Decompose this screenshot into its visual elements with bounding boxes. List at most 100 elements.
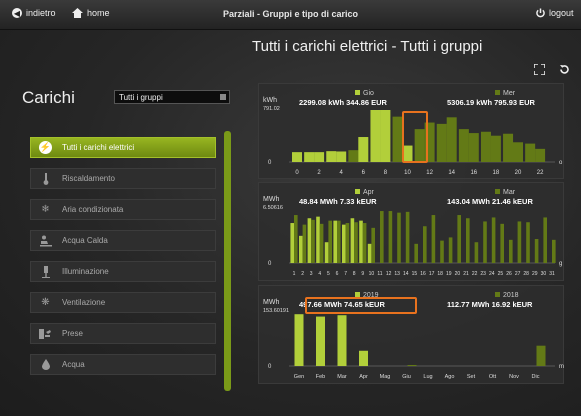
bar-previous: [483, 221, 487, 263]
bar-previous: [397, 212, 401, 263]
lamp-icon: [39, 265, 52, 278]
bar: [380, 110, 391, 162]
bar-current: [337, 315, 347, 366]
bar-previous: [345, 223, 350, 263]
bar: [480, 131, 491, 162]
x-tick-label: 8: [353, 271, 356, 277]
bar-previous: [509, 239, 513, 263]
bar: [458, 129, 469, 162]
bar: [326, 151, 337, 162]
y-max-label: 791.02: [263, 106, 280, 112]
x-tick-label: 12: [426, 170, 433, 176]
highlight-box-hour: [402, 111, 428, 163]
x-tick-label: 2: [317, 170, 321, 176]
bar-previous: [414, 243, 418, 263]
load-item-air-conditioning[interactable]: ❄ Aria condizionata: [30, 199, 216, 220]
x-tick-label: 16: [470, 170, 477, 176]
series-summary: 2299.08 kWh 344.86 EUR: [299, 98, 388, 107]
x-tick-label: 7: [344, 271, 347, 277]
bar-current: [359, 220, 363, 263]
bar-previous: [362, 223, 367, 263]
bar-current: [316, 216, 320, 263]
load-item-all[interactable]: ⚡ Tutti i carichi elettrici: [30, 137, 216, 158]
x-tick-label: 13: [394, 271, 400, 277]
thermometer-icon: [39, 172, 52, 185]
x-tick-label: 26: [506, 271, 512, 277]
series-summary: 112.77 MWh 16.92 kEUR: [447, 300, 533, 309]
legend-swatch: [495, 189, 500, 194]
x-tick-label: Feb: [316, 374, 325, 380]
x-tick-label: 20: [515, 170, 522, 176]
bar: [336, 151, 347, 162]
x-tick-label: 23: [480, 271, 486, 277]
bar-previous: [431, 215, 436, 263]
bar-previous: [423, 226, 427, 263]
bar: [314, 152, 325, 162]
topbar-title: Parziali - Gruppi e tipo di carico: [222, 9, 359, 19]
bar: [535, 148, 546, 162]
x-tick-label: 16: [420, 271, 426, 277]
legend-label: Mar: [503, 189, 516, 196]
x-tick-label: Dic: [532, 374, 540, 380]
bar-previous: [371, 227, 375, 263]
bar-current: [299, 235, 303, 263]
load-item-heating[interactable]: Riscaldamento: [30, 168, 216, 189]
group-select[interactable]: Tutti i gruppi: [114, 90, 230, 104]
bar-current: [367, 243, 372, 263]
load-item-label: Prese: [62, 329, 83, 338]
y-zero-label: 0: [268, 364, 272, 370]
bar-previous: [457, 215, 461, 263]
x-tick-label: 12: [386, 271, 392, 277]
x-tick-label: 20: [455, 271, 461, 277]
bar-previous: [543, 217, 547, 263]
x-tick-label: 4: [340, 170, 344, 176]
refresh-button[interactable]: [559, 64, 570, 78]
x-tick-label: 2: [301, 271, 304, 277]
legend-label: Mer: [503, 90, 516, 97]
bar: [348, 150, 359, 162]
x-tick-label: 27: [515, 271, 521, 277]
load-item-sockets[interactable]: Prese: [30, 323, 216, 344]
legend-label: Gio: [363, 90, 374, 97]
load-item-water[interactable]: Acqua: [30, 354, 216, 375]
bar: [490, 135, 501, 162]
load-item-label: Aria condizionata: [62, 205, 124, 214]
load-item-label: Acqua: [62, 360, 85, 369]
y-max-label: 6.50616: [263, 205, 283, 211]
load-item-label: Riscaldamento: [62, 174, 115, 183]
unit-label: kWh: [263, 97, 277, 104]
lightning-icon: ⚡: [39, 141, 52, 154]
fullscreen-button[interactable]: [533, 63, 546, 78]
x-tick-label: 8: [384, 170, 388, 176]
bar-current: [316, 316, 325, 366]
water-drop-icon: [39, 358, 52, 371]
group-select-value: Tutti i gruppi: [119, 93, 163, 102]
load-item-lighting[interactable]: Illuminazione: [30, 261, 216, 282]
power-icon: [536, 8, 545, 18]
load-item-hot-water[interactable]: Acqua Calda: [30, 230, 216, 251]
bar: [370, 110, 381, 162]
x-tick-label: Gen: [294, 374, 304, 380]
y-zero-label: 0: [268, 160, 272, 166]
load-item-ventilation[interactable]: ❋ Ventilazione: [30, 292, 216, 313]
y-max-label: 153.60191: [263, 308, 289, 314]
bar-current: [294, 314, 304, 366]
bar-previous: [380, 211, 384, 263]
bar-previous: [500, 223, 504, 263]
x-tick-label: 3: [310, 271, 313, 277]
bar-previous: [526, 222, 530, 263]
bar: [292, 152, 302, 162]
bar-previous: [448, 237, 453, 263]
legend-swatch: [355, 90, 360, 95]
logout-button[interactable]: logout: [536, 8, 574, 18]
bar-previous: [474, 242, 479, 263]
x-tick-label: 11: [377, 271, 382, 277]
right-axis-label: g: [559, 261, 562, 267]
bar-current: [342, 224, 346, 263]
x-tick-label: 9: [361, 271, 364, 277]
x-tick-label: 15: [412, 271, 418, 277]
chart-daily-svg: MWh 6.50616 Apr48.84 MWh 7.33 kEUR Mar143.0…: [263, 189, 562, 277]
logout-label: logout: [549, 8, 574, 18]
right-axis-label: m: [559, 364, 564, 370]
list-scrollbar[interactable]: [224, 131, 231, 391]
